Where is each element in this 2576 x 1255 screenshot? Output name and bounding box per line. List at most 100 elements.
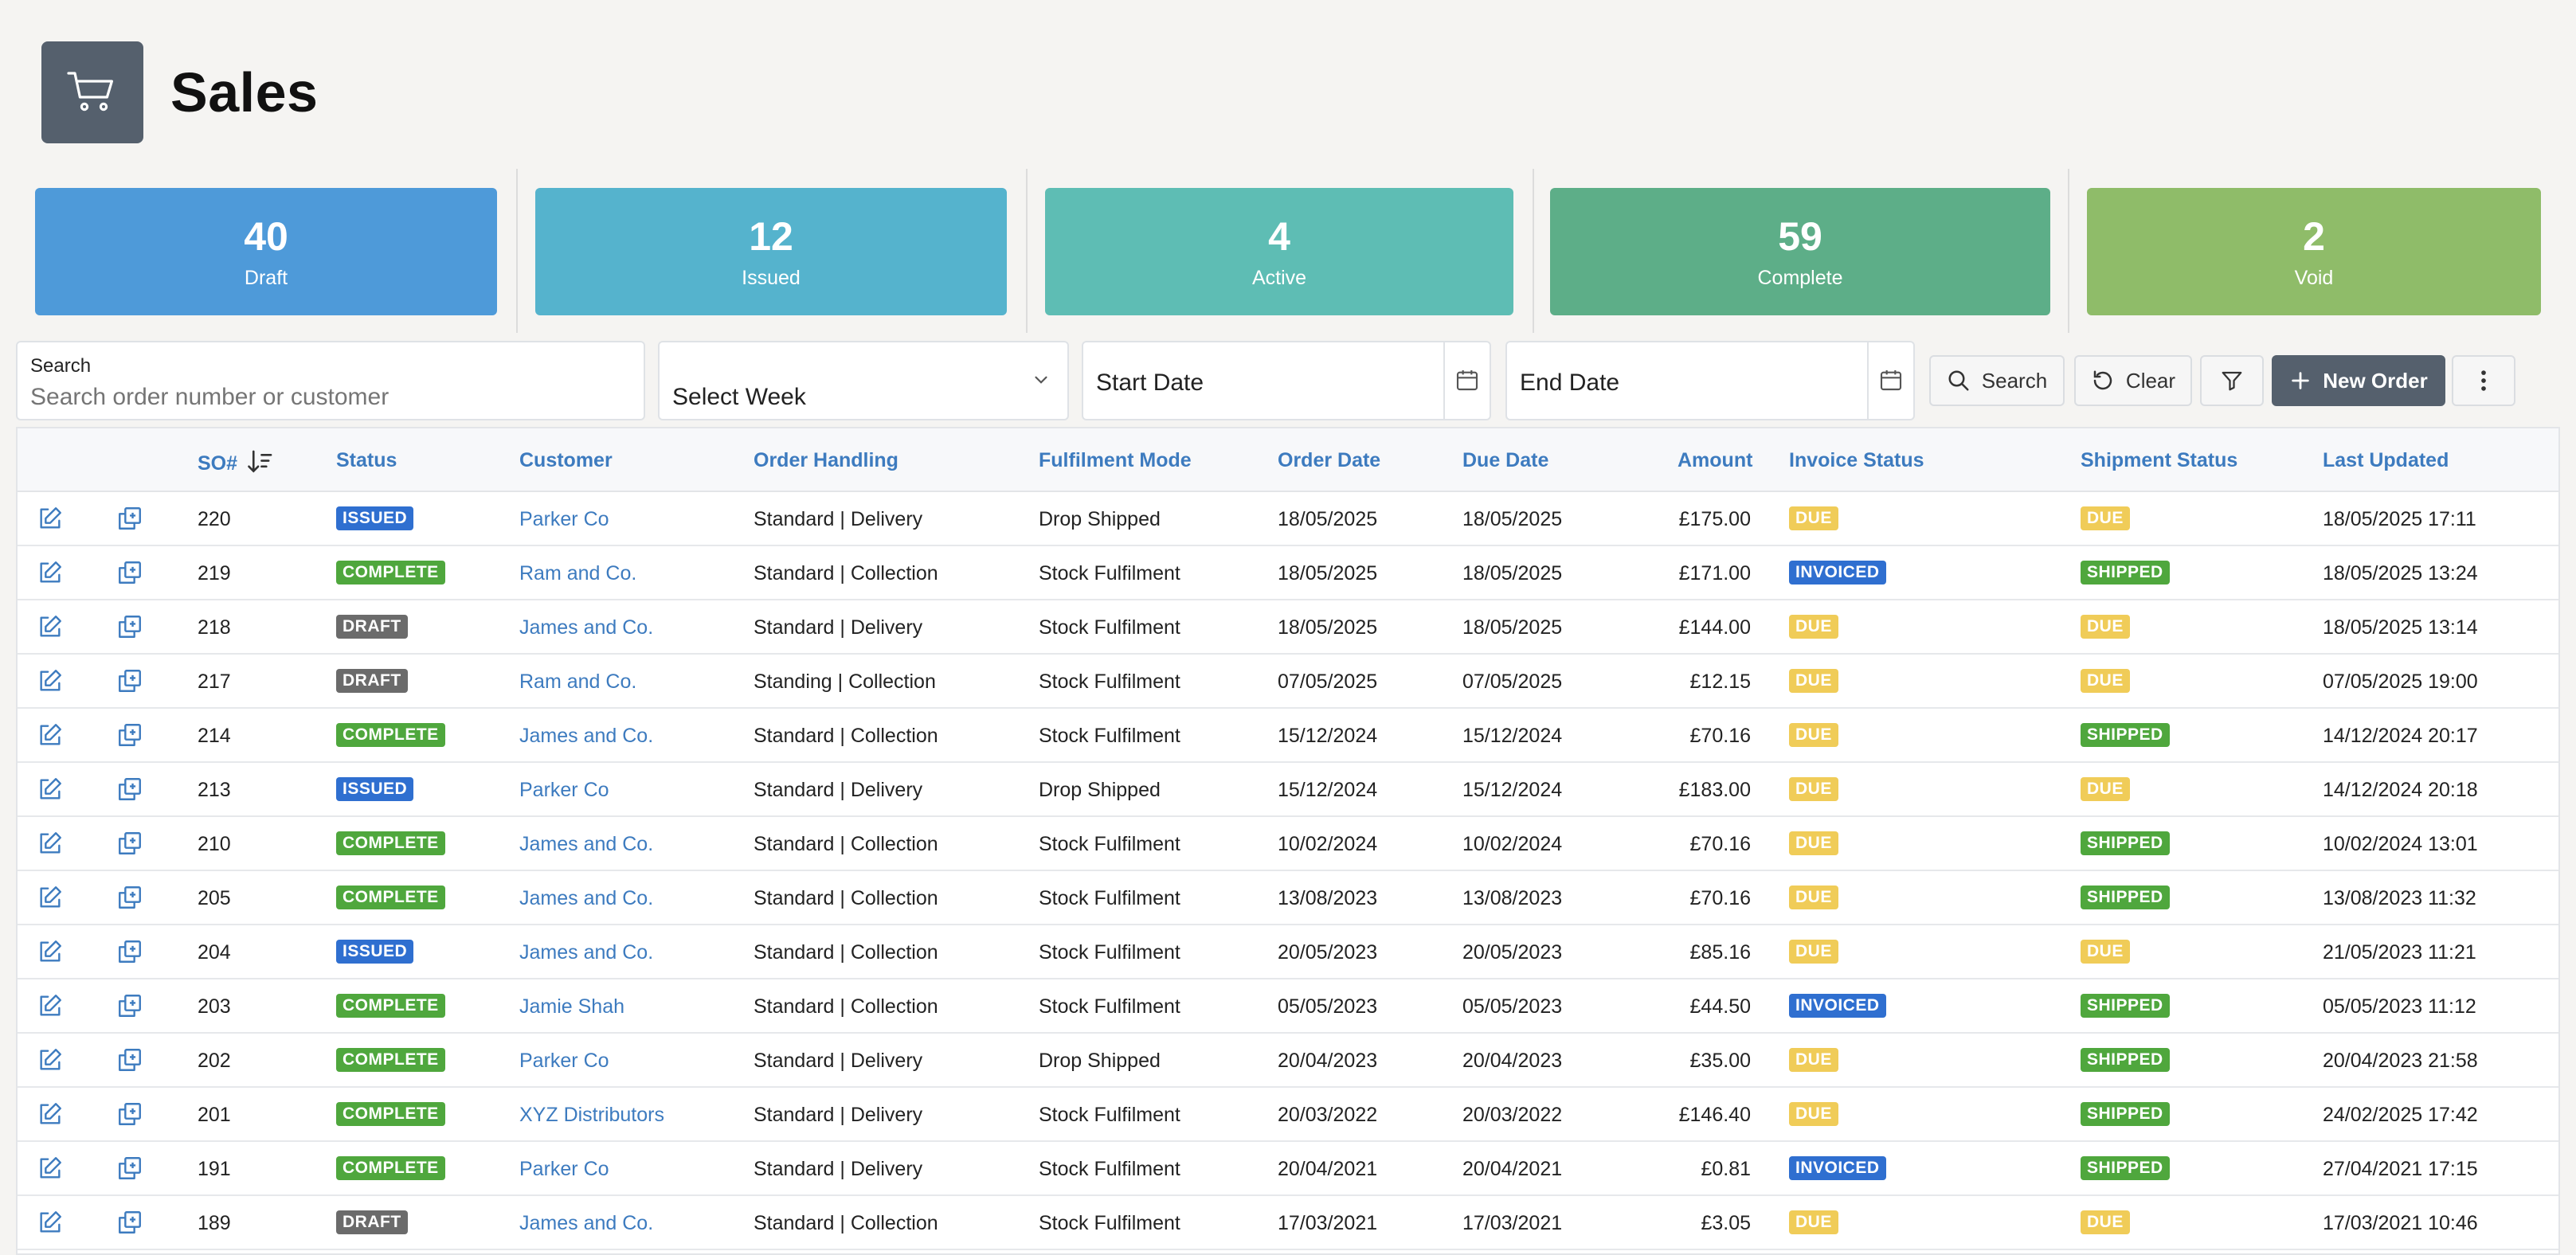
chevron-down-icon [1035, 376, 1047, 384]
table-row[interactable]: 217 DRAFT Ram and Co. Standing | Collection… [18, 655, 2558, 709]
table-row[interactable]: 210 COMPLETE James and Co. Standard | Colle… [18, 817, 2558, 871]
order-date: 15/12/2024 [1278, 779, 1378, 801]
customer-link[interactable]: James and Co. [519, 725, 653, 748]
table-row[interactable]: 203 COMPLETE Jamie Shah Standard | Collecti… [18, 979, 2558, 1034]
stat-label: Issued [742, 266, 801, 289]
clear-button[interactable]: Clear [2074, 355, 2192, 406]
column-header-invoice-status[interactable]: Invoice Status [1789, 449, 1924, 472]
copy-icon[interactable] [116, 938, 143, 969]
last-updated: 27/04/2021 17:15 [2323, 1158, 2478, 1180]
copy-icon[interactable] [116, 1155, 143, 1186]
calendar-icon[interactable] [1878, 366, 1904, 393]
copy-icon[interactable] [116, 1209, 143, 1240]
status-badge: COMPLETE [336, 1048, 445, 1072]
edit-icon[interactable] [37, 938, 64, 969]
stat-card-void[interactable]: 2 Void [2087, 188, 2541, 315]
customer-link[interactable]: Ram and Co. [519, 671, 636, 694]
customer-link[interactable]: XYZ Distributors [519, 1104, 664, 1127]
last-updated: 18/05/2025 13:14 [2323, 616, 2478, 639]
column-header-fulfilment-mode[interactable]: Fulfilment Mode [1039, 449, 1192, 472]
edit-icon[interactable] [37, 1101, 64, 1132]
column-header-order-date[interactable]: Order Date [1278, 449, 1380, 472]
stat-card-active[interactable]: 4 Active [1045, 188, 1513, 315]
status-badge: ISSUED [336, 940, 414, 964]
table-row[interactable]: 191 COMPLETE Parker Co Standard | Delivery S… [18, 1142, 2558, 1196]
column-header-last-updated[interactable]: Last Updated [2323, 449, 2449, 472]
customer-link[interactable]: James and Co. [519, 616, 653, 639]
copy-icon[interactable] [116, 721, 143, 753]
customer-link[interactable]: Parker Co [519, 1158, 609, 1181]
column-header-order-handling[interactable]: Order Handling [754, 449, 898, 472]
new-order-button[interactable]: New Order [2272, 355, 2445, 406]
column-header-so[interactable]: SO# [198, 449, 275, 475]
table-row[interactable]: 219 COMPLETE Ram and Co. Standard | Collect… [18, 546, 2558, 600]
due-date: 15/12/2024 [1462, 725, 1563, 747]
end-date-field[interactable]: End Date [1505, 341, 1915, 420]
edit-icon[interactable] [37, 613, 64, 644]
edit-icon[interactable] [37, 1155, 64, 1186]
invoice-status-badge: DUE [1789, 1102, 1838, 1126]
table-row[interactable]: 204 ISSUED James and Co. Standard | Collect… [18, 925, 2558, 979]
week-select[interactable]: Select Week [658, 341, 1069, 420]
invoice-status-badge: DUE [1789, 940, 1838, 964]
copy-icon[interactable] [116, 1046, 143, 1077]
customer-link[interactable]: Parker Co [519, 1050, 609, 1073]
customer-link[interactable]: Parker Co [519, 779, 609, 802]
search-input[interactable] [30, 384, 636, 411]
edit-icon[interactable] [37, 1209, 64, 1240]
customer-link[interactable]: James and Co. [519, 941, 653, 964]
edit-icon[interactable] [37, 830, 64, 861]
edit-icon[interactable] [37, 721, 64, 753]
calendar-icon[interactable] [1454, 366, 1480, 393]
copy-icon[interactable] [116, 776, 143, 807]
search-field[interactable]: Search [16, 341, 645, 420]
column-header-due-date[interactable]: Due Date [1462, 449, 1548, 472]
customer-link[interactable]: James and Co. [519, 833, 653, 856]
edit-icon[interactable] [37, 776, 64, 807]
customer-link[interactable]: Parker Co [519, 508, 609, 531]
stat-card-draft[interactable]: 40 Draft [35, 188, 497, 315]
edit-icon[interactable] [37, 667, 64, 698]
table-row[interactable]: 201 COMPLETE XYZ Distributors Standard | De… [18, 1088, 2558, 1142]
fulfilment-mode: Stock Fulfilment [1039, 1158, 1180, 1180]
column-header-status[interactable]: Status [336, 449, 397, 472]
copy-icon[interactable] [116, 613, 143, 644]
table-row[interactable]: 213 ISSUED Parker Co Standard | Delivery Dro… [18, 763, 2558, 817]
copy-icon[interactable] [116, 505, 143, 536]
copy-icon[interactable] [116, 1101, 143, 1132]
edit-icon[interactable] [37, 992, 64, 1023]
column-header-customer[interactable]: Customer [519, 449, 613, 472]
due-date: 18/05/2025 [1462, 562, 1563, 584]
end-date-input[interactable]: End Date [1520, 369, 1619, 397]
column-header-shipment-status[interactable]: Shipment Status [2081, 449, 2237, 472]
filter-button[interactable] [2200, 355, 2264, 406]
edit-icon[interactable] [37, 505, 64, 536]
table-row[interactable]: 220 ISSUED Parker Co Standard | Delivery Dro… [18, 492, 2558, 546]
copy-icon[interactable] [116, 667, 143, 698]
start-date-input[interactable]: Start Date [1096, 369, 1204, 397]
customer-link[interactable]: Jamie Shah [519, 995, 624, 1018]
last-updated: 13/08/2023 11:32 [2323, 887, 2476, 909]
customer-link[interactable]: James and Co. [519, 887, 653, 910]
column-header-amount[interactable]: Amount [1678, 449, 1752, 472]
customer-link[interactable]: James and Co. [519, 1212, 653, 1235]
customer-link[interactable]: Ram and Co. [519, 562, 636, 585]
table-row[interactable]: 202 COMPLETE Parker Co Standard | Delivery D… [18, 1034, 2558, 1088]
edit-icon[interactable] [37, 559, 64, 590]
start-date-field[interactable]: Start Date [1082, 341, 1491, 420]
table-row[interactable]: 205 COMPLETE James and Co. Standard | Colle… [18, 871, 2558, 925]
copy-icon[interactable] [116, 992, 143, 1023]
copy-icon[interactable] [116, 884, 143, 915]
stat-card-complete[interactable]: 59 Complete [1550, 188, 2050, 315]
table-row[interactable]: 218 DRAFT James and Co. Standard | Delivery… [18, 600, 2558, 655]
stat-card-issued[interactable]: 12 Issued [535, 188, 1007, 315]
edit-icon[interactable] [37, 1046, 64, 1077]
more-options-button[interactable] [2452, 355, 2515, 406]
table-row[interactable]: 214 COMPLETE James and Co. Standard | Colle… [18, 709, 2558, 763]
table-row[interactable]: 189 DRAFT James and Co. Standard | Collecti… [18, 1196, 2558, 1250]
copy-icon[interactable] [116, 559, 143, 590]
edit-icon[interactable] [37, 884, 64, 915]
copy-icon[interactable] [116, 830, 143, 861]
sort-descending-icon[interactable] [246, 449, 275, 475]
search-button[interactable]: Search [1929, 355, 2065, 406]
